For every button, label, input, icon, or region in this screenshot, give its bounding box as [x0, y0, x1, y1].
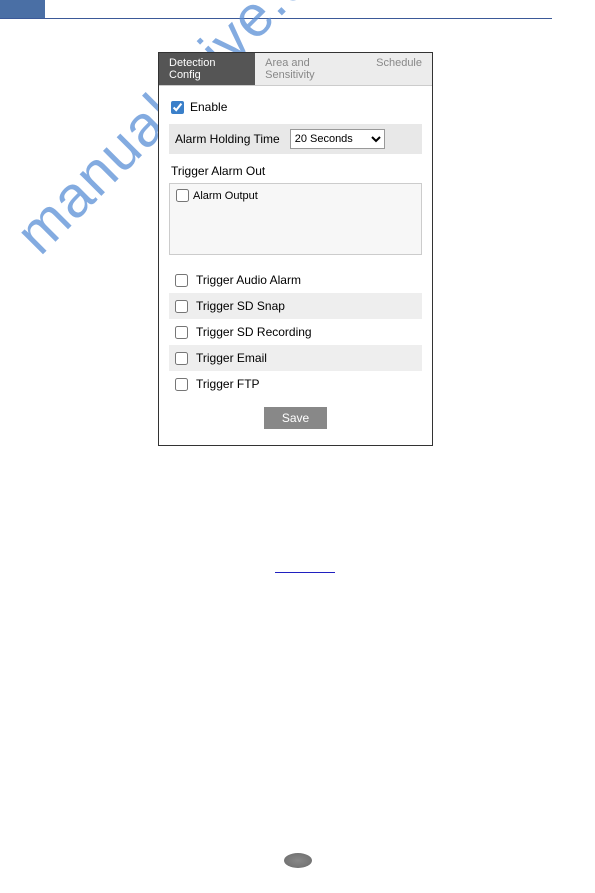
save-button[interactable]: Save	[264, 407, 327, 429]
header-corner-tab	[0, 0, 45, 18]
trigger-audio-checkbox[interactable]	[175, 274, 188, 287]
page-number-oval	[284, 853, 312, 868]
alarm-output-box: Alarm Output	[169, 183, 422, 255]
tab-detection-config[interactable]: Detection Config	[159, 53, 255, 85]
alarm-output-label: Alarm Output	[193, 190, 258, 202]
enable-label: Enable	[190, 100, 227, 114]
trigger-email-label: Trigger Email	[196, 351, 267, 365]
tab-schedule[interactable]: Schedule	[366, 53, 432, 85]
save-row: Save	[169, 397, 422, 435]
trigger-snap-checkbox[interactable]	[175, 300, 188, 313]
tab-area-sensitivity[interactable]: Area and Sensitivity	[255, 53, 366, 85]
trigger-email-checkbox[interactable]	[175, 352, 188, 365]
holding-time-label: Alarm Holding Time	[175, 132, 280, 146]
trigger-alarm-out-label: Trigger Alarm Out	[169, 162, 422, 183]
holding-time-row: Alarm Holding Time 20 Seconds	[169, 124, 422, 154]
enable-row: Enable	[169, 94, 422, 124]
trigger-recording-row: Trigger SD Recording	[169, 319, 422, 345]
alarm-output-checkbox[interactable]	[176, 189, 189, 202]
enable-checkbox[interactable]	[171, 101, 184, 114]
trigger-ftp-label: Trigger FTP	[196, 377, 260, 391]
holding-time-select[interactable]: 20 Seconds	[290, 129, 385, 149]
trigger-audio-row: Trigger Audio Alarm	[169, 267, 422, 293]
trigger-snap-label: Trigger SD Snap	[196, 299, 285, 313]
trigger-ftp-checkbox[interactable]	[175, 378, 188, 391]
trigger-snap-row: Trigger SD Snap	[169, 293, 422, 319]
panel-body: Enable Alarm Holding Time 20 Seconds Tri…	[159, 86, 432, 445]
trigger-email-row: Trigger Email	[169, 345, 422, 371]
trigger-audio-label: Trigger Audio Alarm	[196, 273, 301, 287]
trigger-recording-checkbox[interactable]	[175, 326, 188, 339]
alarm-output-row: Alarm Output	[176, 189, 415, 202]
tab-bar: Detection Config Area and Sensitivity Sc…	[159, 53, 432, 86]
trigger-ftp-row: Trigger FTP	[169, 371, 422, 397]
trigger-recording-label: Trigger SD Recording	[196, 325, 312, 339]
detection-config-panel: Detection Config Area and Sensitivity Sc…	[158, 52, 433, 446]
link-underline	[275, 572, 335, 573]
header-rule	[0, 18, 552, 20]
